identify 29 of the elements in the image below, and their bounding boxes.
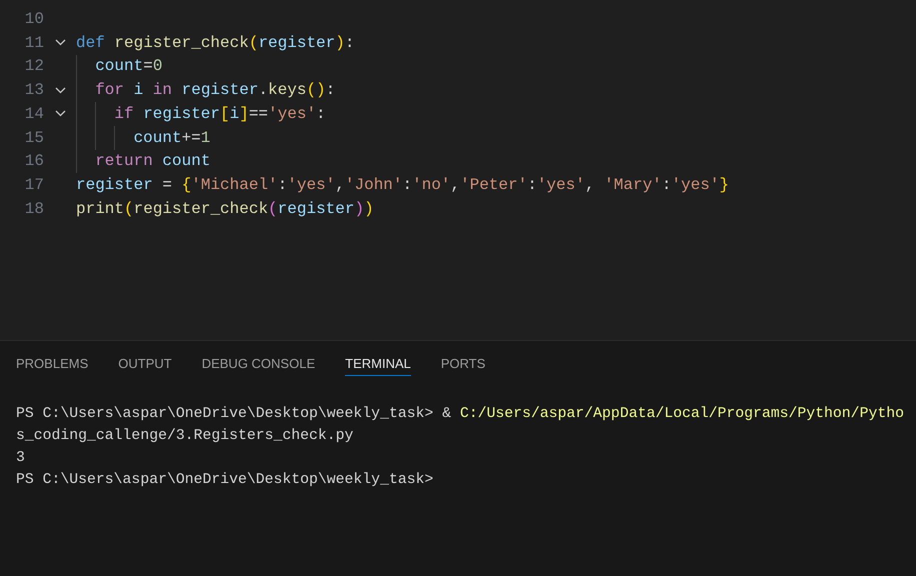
panel-tab[interactable]: DEBUG CONSOLE [202, 356, 316, 376]
code-line: count+=1 [134, 128, 210, 147]
chevron-down-icon[interactable] [54, 110, 66, 118]
line-number: 16 [24, 152, 44, 170]
chevron-down-icon[interactable] [54, 86, 66, 94]
panel-tab[interactable]: TERMINAL [345, 356, 411, 376]
panel-tab[interactable]: OUTPUT [118, 356, 172, 376]
line-number: 12 [24, 57, 44, 76]
terminal-line: PS C:\Users\aspar\OneDrive\Desktop\weekly_task> & C:/Users/aspar/AppData/Local/Programs/Python/Pytho [16, 405, 905, 424]
line-number: 17 [24, 176, 44, 194]
code-line: register = {'Michael':'yes','John':'no','Peter':'yes', 'Mary':'yes'} [76, 176, 730, 194]
line-number: 11 [24, 34, 44, 52]
code-line: for i in register.keys(): [95, 81, 336, 100]
code-line: print(register_check(register)) [76, 200, 374, 218]
code-line: def register_check(register): [76, 34, 354, 52]
code-line: if register[i]=='yes': [114, 104, 326, 123]
line-number: 18 [24, 200, 44, 218]
line-number: 13 [24, 81, 44, 100]
terminal-line: 3 [16, 449, 26, 468]
code-line: return count [95, 152, 210, 170]
terminal-line: PS C:\Users\aspar\OneDrive\Desktop\weekly_task> [16, 471, 434, 490]
panel-tab[interactable]: PORTS [440, 356, 486, 376]
terminal-line: s_coding_callenge/3.Registers_check.py [16, 427, 354, 446]
chevron-down-icon[interactable] [54, 39, 66, 46]
line-number: 10 [24, 10, 44, 28]
line-number: 14 [24, 104, 44, 123]
panel-tab[interactable]: PROBLEMS [16, 356, 88, 376]
code-line: count=0 [95, 57, 162, 76]
line-number: 15 [24, 128, 44, 147]
